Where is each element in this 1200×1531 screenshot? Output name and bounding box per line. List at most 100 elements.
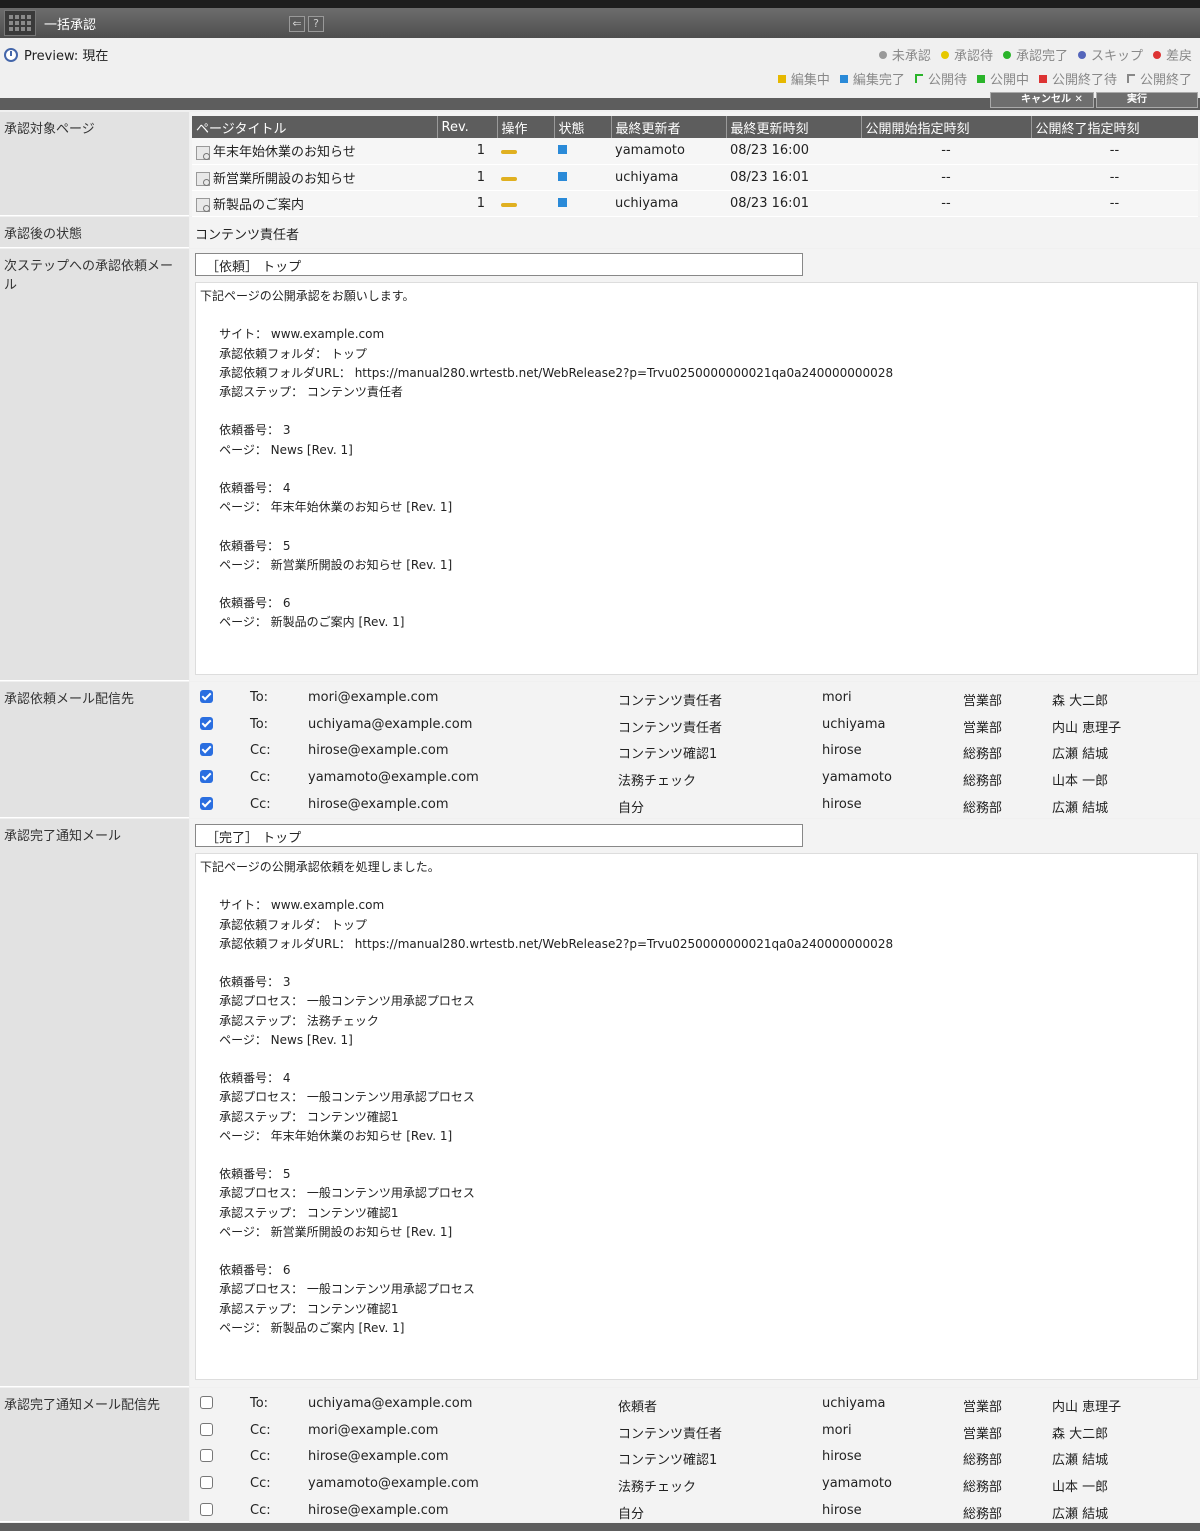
table-row: 年末年始休業のお知らせ 1 yamamoto 08/23 16:00 -- --	[192, 138, 1198, 165]
col-updater[interactable]: 最終更新者	[611, 116, 727, 138]
page-title-cell[interactable]: 年末年始休業のお知らせ	[192, 138, 437, 165]
approval-status-legend: 未承認 承認待 承認完了 スキップ 差戻	[878, 45, 1192, 64]
target-pages-content: ページタイトル Rev. 操作 状態 最終更新者 最終更新時刻 公開開始指定時刻…	[190, 112, 1200, 217]
col-updated-time[interactable]: 最終更新時刻	[726, 116, 862, 138]
operation-cell[interactable]	[497, 138, 554, 165]
label-after-state: 承認後の状態	[0, 217, 189, 248]
help-icon[interactable]: ?	[308, 16, 324, 32]
page-title[interactable]: 新営業所開設のお知らせ	[213, 172, 356, 187]
col-page-title[interactable]: ページタイトル	[192, 116, 438, 138]
complete-recipients-list: To: uchiyama@example.com 依頼者 uchiyama 営業部 内山 …	[190, 1388, 1200, 1522]
app-grid-icon[interactable]	[4, 10, 36, 36]
recipient-row: Cc: hirose@example.com 自分 hirose 総務部 広瀬 結城	[190, 791, 1200, 817]
edit-pencil-icon[interactable]	[501, 150, 517, 155]
page-title[interactable]: 年末年始休業のお知らせ	[213, 145, 356, 160]
recipient-checkbox[interactable]	[200, 1502, 213, 1516]
top-strip	[0, 0, 1200, 8]
col-rev[interactable]: Rev.	[437, 116, 498, 138]
back-icon[interactable]: ⇐	[289, 16, 305, 32]
recipient-dept: 営業部	[963, 1400, 1003, 1415]
edit-pencil-icon[interactable]	[501, 202, 517, 207]
status-legend-marker-icon	[1002, 50, 1011, 59]
publish-end-cell: --	[1031, 138, 1198, 165]
recipient-type: Cc:	[250, 1422, 271, 1438]
publish-legend-marker-icon	[1038, 74, 1047, 83]
recipient-user: hirose	[822, 796, 862, 812]
publish-legend-marker-icon	[914, 74, 923, 83]
request-recipients-list: To: mori@example.com コンテンツ責任者 mori 営業部森 大二郎 T…	[190, 682, 1200, 818]
after-state-value: コンテンツ責任者	[195, 228, 300, 243]
col-publish-end[interactable]: 公開終了指定時刻	[1031, 116, 1198, 138]
recipient-checkbox[interactable]	[200, 796, 213, 810]
recipient-checkbox[interactable]	[200, 770, 213, 784]
col-operation[interactable]: 操作	[497, 116, 555, 138]
recipient-email: uchiyama@example.com	[308, 1396, 473, 1411]
publish-legend-label: 公開待	[927, 73, 967, 88]
recipient-user: yamamoto	[822, 770, 892, 786]
recipient-checkbox[interactable]	[200, 716, 213, 730]
recipient-name: 広瀬 結城	[1052, 747, 1109, 763]
recipient-checkbox[interactable]	[200, 1476, 213, 1490]
updated-time-cell: 08/23 16:01	[726, 164, 861, 191]
rev-cell: 1	[437, 138, 497, 165]
complete-mail-subject-input[interactable]: ［完了］ トップ	[195, 824, 803, 847]
table-row: 新営業所開設のお知らせ 1 uchiyama 08/23 16:01 -- --	[192, 164, 1198, 191]
status-legend-marker-icon	[1152, 50, 1161, 59]
status-legend-item: 未承認	[878, 45, 931, 64]
recipient-checkbox[interactable]	[200, 690, 213, 703]
page-title-cell[interactable]: 新製品のご案内	[192, 190, 437, 217]
pages-table-header: ページタイトル Rev. 操作 状態 最終更新者 最終更新時刻 公開開始指定時刻…	[192, 116, 1198, 138]
request-mail-body-textarea[interactable]: 下記ページの公開承認をお願いします。 サイト： www.example.com …	[195, 282, 1198, 675]
recipient-role: コンテンツ確認1	[618, 1453, 718, 1469]
publish-end-cell: --	[1031, 164, 1198, 191]
recipient-row: Cc: hirose@example.com コンテンツ確認1 hirose 総務部 広瀬…	[190, 1443, 1200, 1469]
publish-legend-marker-icon	[777, 74, 786, 83]
recipient-role: コンテンツ責任者	[618, 1426, 723, 1442]
label-complete-recipients: 承認完了通知メール配信先	[0, 1388, 189, 1522]
status-legend-item: 差戻	[1152, 45, 1192, 64]
recipient-user: uchiyama	[822, 716, 886, 732]
clock-icon	[4, 47, 18, 62]
publish-legend-item: 公開中	[976, 69, 1029, 88]
recipient-type: To:	[250, 716, 269, 732]
col-status[interactable]: 状態	[554, 116, 612, 138]
operation-cell[interactable]	[497, 190, 554, 217]
label-complete-mail: 承認完了通知メール	[0, 819, 189, 1387]
edit-pencil-icon[interactable]	[501, 176, 517, 181]
request-mail-subject-input[interactable]: ［依頼］ トップ	[195, 253, 803, 276]
page-preview-icon[interactable]	[196, 145, 210, 160]
complete-mail-body-textarea[interactable]: 下記ページの公開承認依頼を処理しました。 サイト： www.example.co…	[195, 853, 1198, 1380]
page-preview-icon[interactable]	[196, 198, 210, 212]
updater-cell: uchiyama	[611, 164, 726, 191]
cancel-button[interactable]: キャンセル ✕	[990, 92, 1094, 108]
rev-cell: 1	[437, 190, 497, 217]
publish-legend-label: 公開終了待	[1051, 73, 1117, 88]
publish-legend-marker-icon	[976, 74, 985, 83]
status-legend-marker-icon	[1077, 50, 1086, 59]
recipient-role: 自分	[618, 800, 645, 816]
publish-legend-label: 編集完了	[852, 73, 905, 88]
page-preview-icon[interactable]	[196, 172, 210, 186]
recipient-checkbox[interactable]	[200, 1396, 213, 1409]
recipient-row: Cc: hirose@example.com 自分 hirose 総務部 広瀬 結城	[190, 1497, 1200, 1523]
page-title[interactable]: 新製品のご案内	[213, 198, 304, 213]
recipient-checkbox[interactable]	[200, 743, 213, 757]
col-publish-start[interactable]: 公開開始指定時刻	[861, 116, 1032, 138]
recipient-dept: 総務部	[963, 800, 1003, 816]
page-title-cell[interactable]: 新営業所開設のお知らせ	[192, 164, 437, 191]
recipient-row: Cc: yamamoto@example.com 法務チェック yamamoto 総務部…	[190, 1470, 1200, 1496]
recipient-checkbox[interactable]	[200, 1449, 213, 1463]
operation-cell[interactable]	[497, 164, 554, 191]
bottom-bar	[0, 1523, 1200, 1531]
publish-status-legend: 編集中 編集完了 公開待 公開中 公開終了待 公開終了	[777, 69, 1192, 88]
recipient-name: 森 大二郎	[1052, 1426, 1109, 1442]
recipient-checkbox[interactable]	[200, 1422, 213, 1436]
section-target-pages: 承認対象ページ ページタイトル Rev. 操作 状態 最終更新者 最終更新時刻 …	[0, 112, 1200, 217]
execute-button[interactable]: 実行	[1096, 92, 1198, 108]
status-legend-label: 承認完了	[1015, 49, 1068, 64]
recipient-type: Cc:	[250, 1502, 271, 1518]
status-cell	[554, 138, 611, 165]
recipient-user: hirose	[822, 1449, 862, 1465]
recipient-user: mori	[822, 690, 852, 705]
recipient-name: 広瀬 結城	[1052, 800, 1109, 816]
